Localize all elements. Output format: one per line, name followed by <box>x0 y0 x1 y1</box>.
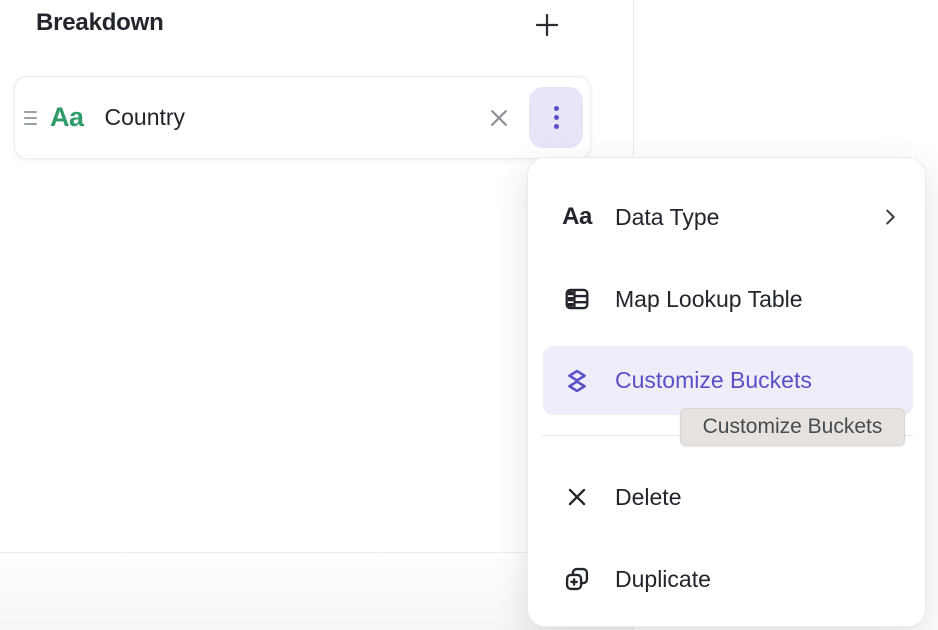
duplicate-icon <box>561 565 593 593</box>
drag-handle-icon[interactable] <box>18 111 42 125</box>
menu-item-label: Data Type <box>615 204 719 231</box>
table-icon <box>561 285 593 313</box>
text-type-icon: Aa <box>561 203 593 231</box>
remove-property-button[interactable] <box>482 101 516 135</box>
plus-icon <box>532 10 562 40</box>
kebab-icon <box>554 106 559 111</box>
property-name: Country <box>105 104 186 131</box>
menu-item-map-lookup-table[interactable]: Map Lookup Table <box>528 271 925 327</box>
menu-item-customize-buckets[interactable]: Customize Buckets <box>543 346 913 415</box>
delete-x-icon <box>561 484 593 510</box>
page-title: Breakdown <box>36 9 164 37</box>
property-options-button[interactable] <box>529 87 583 148</box>
menu-item-label: Customize Buckets <box>615 367 812 394</box>
property-context-menu: Aa Data Type Map Lookup Table Customize … <box>527 157 926 627</box>
data-type-glyph: Aa <box>50 102 84 133</box>
menu-item-label: Delete <box>615 484 681 511</box>
menu-item-data-type[interactable]: Aa Data Type <box>528 189 925 245</box>
chevron-right-icon <box>879 206 901 228</box>
menu-item-duplicate[interactable]: Duplicate <box>528 551 925 607</box>
menu-item-delete[interactable]: Delete <box>528 469 925 525</box>
menu-item-label: Map Lookup Table <box>615 286 803 313</box>
breakdown-property-card: Aa Country <box>14 76 591 159</box>
menu-item-label: Duplicate <box>615 566 711 593</box>
tooltip-text: Customize Buckets <box>703 415 883 439</box>
tooltip: Customize Buckets <box>680 408 905 446</box>
close-icon <box>484 103 514 133</box>
add-breakdown-button[interactable] <box>529 7 565 43</box>
layers-icon <box>561 367 593 395</box>
